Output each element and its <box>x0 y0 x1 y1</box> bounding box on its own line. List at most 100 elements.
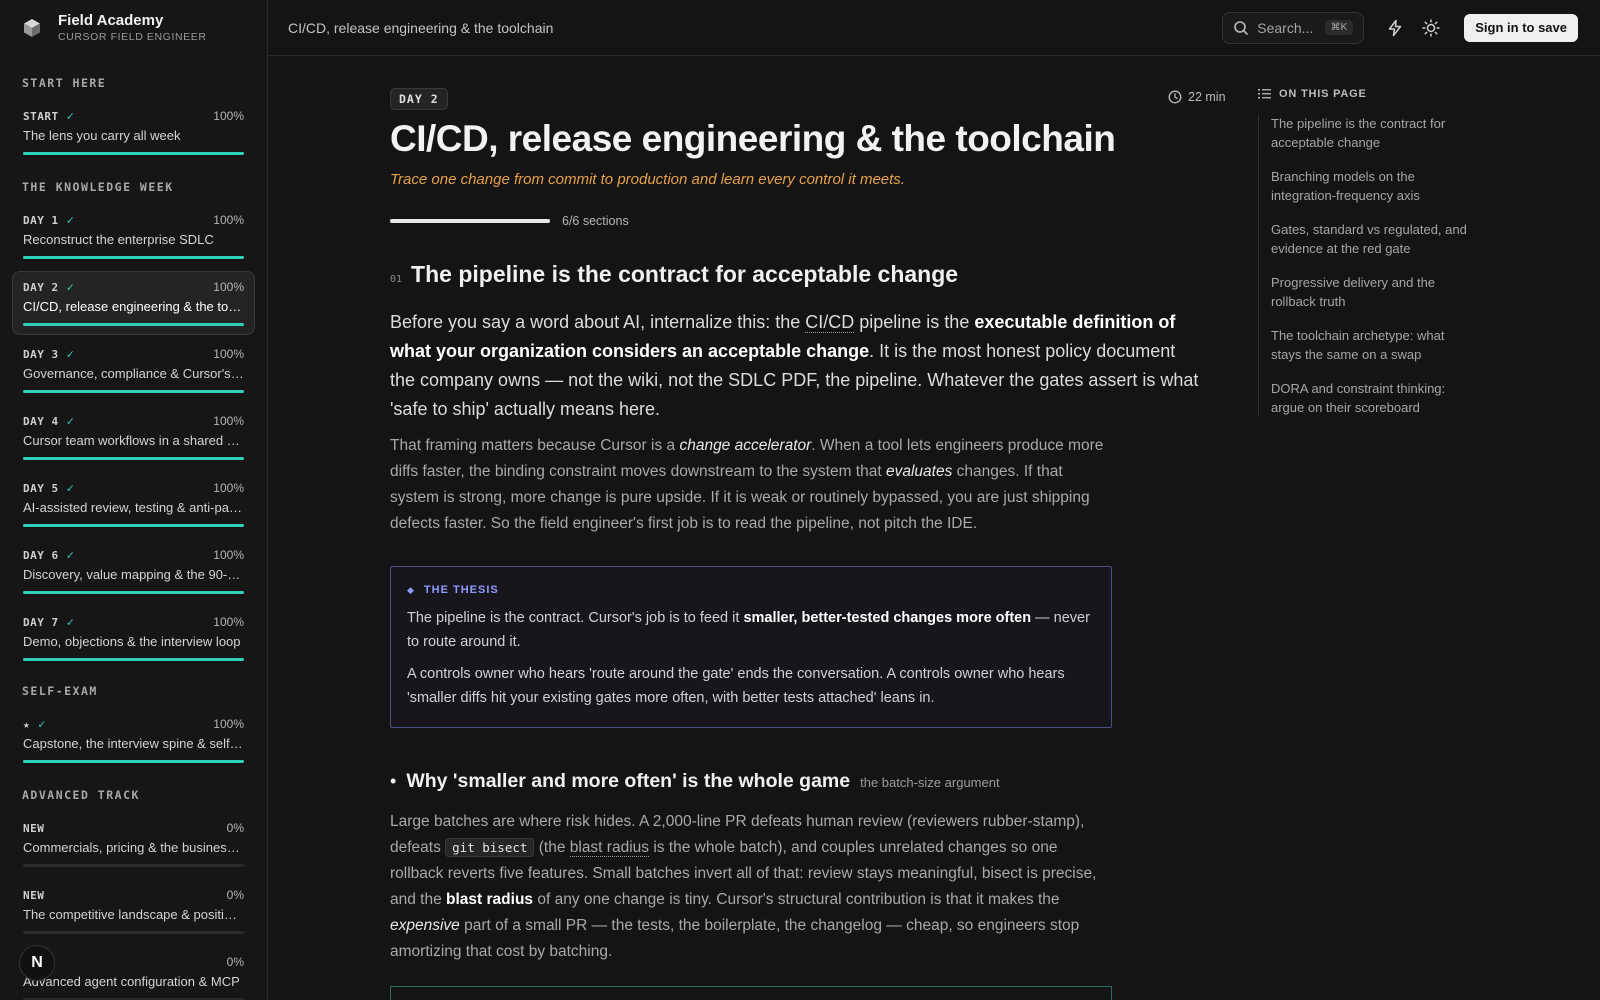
toc-item[interactable]: Gates, standard vs regulated, and eviden… <box>1271 220 1478 258</box>
brand-name: Field Academy <box>58 12 164 29</box>
sidebar-item-percent: 100% <box>213 109 244 123</box>
sidebar-item[interactable]: DAY 2 ✓ 100% CI/CD, release engineering & t… <box>12 271 255 335</box>
sidebar-item-progress-fill <box>23 152 244 155</box>
toc-heading: ON THIS PAGE <box>1258 88 1478 100</box>
day-badge: DAY 2 <box>390 88 448 110</box>
sidebar-item-progress-fill <box>23 256 244 259</box>
body-emphasis: evaluates <box>885 463 953 480</box>
inline-code: git bisect <box>445 838 535 857</box>
sidebar-item-tag: NEW <box>23 888 45 902</box>
callout-paragraph-1: The pipeline is the contract. Cursor's j… <box>407 606 1095 654</box>
sidebar-item-title: Advanced agent configuration & MCP <box>23 974 240 989</box>
user-avatar[interactable]: N <box>19 945 55 981</box>
sidebar-item-percent: 100% <box>213 347 244 361</box>
section-label-knowledge-week: THE KNOWLEDGE WEEK <box>22 180 174 194</box>
glossary-term-blast-radius[interactable]: blast radius <box>569 839 650 857</box>
lead-paragraph: Before you say a word about AI, internal… <box>390 308 1200 424</box>
list-icon <box>1258 89 1271 99</box>
sidebar-item-header: NEW 0% <box>23 888 244 902</box>
progress-track <box>390 219 550 223</box>
sun-icon <box>1422 18 1440 37</box>
sidebar-item[interactable]: DAY 6 ✓ 100% Discovery, value mapping & the… <box>12 539 255 603</box>
toc-item[interactable]: Branching models on the integration-freq… <box>1271 167 1478 205</box>
callout-heading: ◆ THE THESIS <box>407 584 1095 596</box>
body-text: That framing matters because Cursor is a <box>390 437 680 454</box>
toc-item[interactable]: Progressive delivery and the rollback tr… <box>1271 273 1478 311</box>
sidebar-item-title: Demo, objections & the interview loop <box>23 634 241 649</box>
sidebar-item[interactable]: DAY 4 ✓ 100% Cursor team workflows in a sha… <box>12 405 255 469</box>
check-icon: ✓ <box>66 615 75 629</box>
sidebar-item-title: Reconstruct the enterprise SDLC <box>23 232 214 247</box>
sidebar-item-header: DAY 2 ✓ 100% <box>23 280 244 294</box>
sidebar-item-progress-fill <box>23 323 244 326</box>
sidebar-item-tag: ★ <box>23 717 31 731</box>
sidebar-item-tag: DAY 5 <box>23 481 59 495</box>
page-tagline: Trace one change from commit to producti… <box>390 171 905 188</box>
sidebar-item-percent: 100% <box>213 615 244 629</box>
sidebar-item-tag: DAY 1 <box>23 213 59 227</box>
sidebar-item-header: DAY 3 ✓ 100% <box>23 347 244 361</box>
sidebar-item-title: The lens you carry all week <box>23 128 181 143</box>
brand[interactable]: Field Academy CURSOR FIELD ENGINEER <box>0 0 267 56</box>
body-text: (the <box>534 839 570 856</box>
body-text: part of a small PR — the tests, the boil… <box>390 917 1080 960</box>
check-icon: ✓ <box>66 213 75 227</box>
body-emphasis: change accelerator <box>679 437 812 454</box>
search-icon <box>1234 20 1249 35</box>
sidebar-item-progress-fill <box>23 658 244 661</box>
top-bar: CI/CD, release engineering & the toolcha… <box>268 0 1600 56</box>
toc-heading-label: ON THIS PAGE <box>1279 88 1367 100</box>
sidebar-item-percent: 0% <box>226 888 244 902</box>
sidebar-item[interactable]: DAY 3 ✓ 100% Governance, compliance & Curso… <box>12 338 255 402</box>
theme-toggle-button[interactable] <box>1414 12 1448 44</box>
sidebar-item-title: The competitive landscape & positioning <box>23 907 244 922</box>
sidebar-item-percent: 100% <box>213 213 244 227</box>
search-box[interactable]: Search... ⌘K <box>1222 11 1365 44</box>
sidebar-item[interactable]: DAY 1 ✓ 100% Reconstruct the enterprise SDL… <box>12 204 255 268</box>
sidebar-item-header: ★ ✓ 100% <box>23 717 244 731</box>
toc-item[interactable]: The toolchain archetype: what stays the … <box>1271 326 1478 364</box>
sidebar-item-header: DAY 7 ✓ 100% <box>23 615 244 629</box>
lightning-button[interactable] <box>1378 12 1412 44</box>
sidebar-item-title: Discovery, value mapping & the 90-day pl… <box>23 567 244 582</box>
sidebar-item[interactable]: ★ ✓ 100% Capstone, the interview spine & se… <box>12 708 255 772</box>
sidebar-item-percent: 100% <box>213 280 244 294</box>
toc-item[interactable]: The pipeline is the contract for accepta… <box>1271 114 1478 152</box>
sidebar-item-progress-fill <box>23 457 244 460</box>
lightning-icon <box>1389 19 1402 36</box>
section-label-advanced-track: ADVANCED TRACK <box>22 788 140 802</box>
sidebar-item-progress <box>23 591 244 594</box>
sidebar-item-tag: START <box>23 109 59 123</box>
body-paragraph-1: That framing matters because Cursor is a… <box>390 433 1115 537</box>
sidebar-item-title: Governance, compliance & Cursor's contro… <box>23 366 244 381</box>
sign-in-button[interactable]: Sign in to save <box>1464 13 1578 42</box>
sidebar-item-header: START ✓ 100% <box>23 109 244 123</box>
sidebar-item[interactable]: NEW 0% The competitive landscape & positio… <box>12 879 255 943</box>
bullet-icon: • <box>390 771 397 791</box>
sidebar-item[interactable]: START ✓ 100% The lens you carry all week <box>12 100 255 164</box>
sidebar-item-progress-fill <box>23 591 244 594</box>
sidebar-item-header: NEW 0% <box>23 821 244 835</box>
sidebar-item-header: DAY 1 ✓ 100% <box>23 213 244 227</box>
sidebar-item-progress <box>23 390 244 393</box>
section-label-self-exam: SELF-EXAM <box>22 684 98 698</box>
toc-item[interactable]: DORA and constraint thinking: argue on t… <box>1271 379 1478 417</box>
clock-icon <box>1168 90 1182 104</box>
sidebar-item[interactable]: DAY 7 ✓ 100% Demo, objections & the intervi… <box>12 606 255 670</box>
sidebar-item-percent: 0% <box>226 955 244 969</box>
sidebar-item[interactable]: NEW 0% Commercials, pricing & the business… <box>12 812 255 876</box>
check-icon: ✓ <box>66 280 75 294</box>
callout-label: THE THESIS <box>423 584 499 596</box>
sidebar-item-progress-fill <box>23 390 244 393</box>
sidebar-item[interactable]: DAY 5 ✓ 100% AI-assisted review, testing & … <box>12 472 255 536</box>
section-heading: 01 The pipeline is the contract for acce… <box>390 261 958 288</box>
body-emphasis: blast radius <box>446 891 534 908</box>
sidebar: Field Academy CURSOR FIELD ENGINEER STAR… <box>0 0 268 1000</box>
check-icon: ✓ <box>66 347 75 361</box>
check-icon: ✓ <box>66 548 75 562</box>
body-paragraph-2: Large batches are where risk hides. A 2,… <box>390 809 1115 965</box>
glossary-term-cicd[interactable]: CI/CD <box>805 312 855 333</box>
sidebar-item-percent: 100% <box>213 414 244 428</box>
check-icon: ✓ <box>38 717 46 731</box>
sidebar-item-tag: DAY 4 <box>23 414 59 428</box>
